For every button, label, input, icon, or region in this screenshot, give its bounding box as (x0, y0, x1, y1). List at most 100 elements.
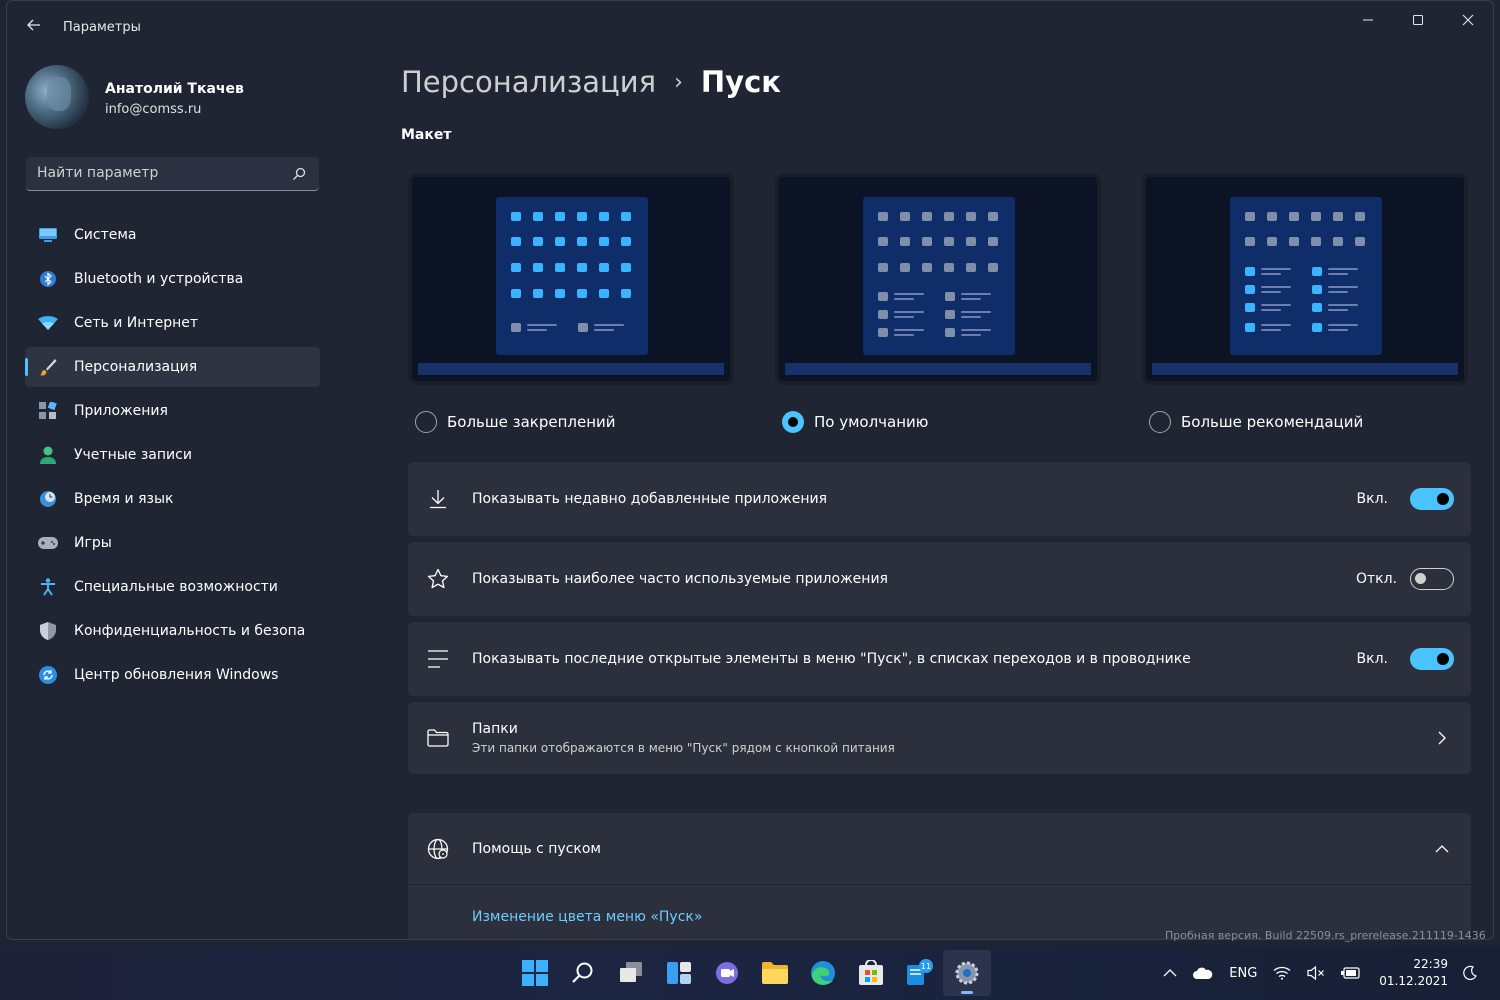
battery-icon[interactable] (1341, 966, 1361, 980)
setting-recent-items[interactable]: Показывать последние открытые элементы в… (408, 622, 1471, 696)
preview-line (1328, 304, 1358, 306)
chevron-up-icon[interactable] (1163, 968, 1177, 978)
preview-tile (966, 212, 976, 221)
sidebar-item-network[interactable]: Сеть и Интернет (25, 303, 320, 343)
radio-button[interactable] (1149, 411, 1171, 433)
sidebar-item-time-language[interactable]: Время и язык (25, 479, 320, 519)
settings-window: Параметры Анатолий Ткачев info@comss.ru (6, 0, 1494, 940)
layout-preview-default[interactable] (775, 173, 1101, 385)
profile-email: info@comss.ru (105, 102, 202, 117)
gamepad-icon (38, 533, 58, 553)
file-explorer-icon[interactable] (751, 950, 799, 996)
search-box[interactable] (26, 157, 319, 191)
radio-more-recommendations[interactable]: Больше рекомендаций (1149, 411, 1363, 433)
maximize-button[interactable] (1393, 1, 1443, 39)
preview-tile (1245, 267, 1255, 276)
windows-start-icon[interactable] (511, 950, 559, 996)
store-icon[interactable] (847, 950, 895, 996)
settings-icon[interactable] (943, 950, 991, 996)
preview-tile (599, 289, 609, 298)
sidebar-item-system[interactable]: Система (25, 215, 320, 255)
back-arrow-icon[interactable] (23, 17, 45, 39)
radio-button[interactable] (415, 411, 437, 433)
preview-line (1261, 309, 1281, 311)
radio-label: Больше рекомендаций (1181, 413, 1364, 431)
insider-icon[interactable]: 11 (895, 950, 943, 996)
page-title: Пуск (700, 65, 781, 99)
search-input[interactable] (37, 165, 277, 181)
sidebar-item-accessibility[interactable]: Специальные возможности (25, 567, 320, 607)
preview-tile (555, 289, 565, 298)
preview-tile (945, 328, 955, 337)
radio-button[interactable] (782, 411, 804, 433)
preview-tile (878, 310, 888, 319)
preview-tile (599, 237, 609, 246)
sidebar-item-bluetooth[interactable]: Bluetooth и устройства (25, 259, 320, 299)
preview-line (1328, 324, 1358, 326)
preview-tile (533, 289, 543, 298)
preview-line (1261, 291, 1281, 293)
taskbar-apps: 11 (511, 950, 991, 996)
radio-default[interactable]: По умолчанию (782, 411, 928, 433)
teams-chat-icon[interactable] (703, 950, 751, 996)
wifi-icon[interactable] (1273, 966, 1291, 980)
sidebar-item-windows-update[interactable]: Центр обновления Windows (25, 655, 320, 695)
edge-icon[interactable] (799, 950, 847, 996)
close-button[interactable] (1443, 1, 1493, 39)
preview-line (894, 311, 924, 313)
preview-tile (922, 263, 932, 272)
toggle-state-text: Вкл. (1356, 651, 1388, 667)
sidebar-item-apps[interactable]: Приложения (25, 391, 320, 431)
toggle-switch[interactable] (1410, 568, 1454, 590)
search-icon[interactable] (559, 950, 607, 996)
user-profile[interactable]: Анатолий Ткачев info@comss.ru (25, 65, 325, 131)
preview-line (1328, 329, 1348, 331)
setting-label: Папки (472, 721, 518, 737)
focus-assist-moon-icon[interactable] (1462, 965, 1478, 981)
preview-tile (878, 292, 888, 301)
preview-tile (944, 212, 954, 221)
layout-preview-more-recommendations[interactable] (1142, 173, 1468, 385)
preview-line (961, 311, 991, 313)
preview-line (1328, 273, 1348, 275)
folder-icon (426, 726, 450, 750)
change-start-color-link[interactable]: Изменение цвета меню «Пуск» (472, 909, 702, 925)
minimize-button[interactable] (1343, 1, 1393, 39)
sidebar-item-gaming[interactable]: Игры (25, 523, 320, 563)
preview-tile (1245, 323, 1255, 332)
setting-most-used[interactable]: Показывать наиболее часто используемые п… (408, 542, 1471, 616)
preview-tile (988, 212, 998, 221)
toggle-switch[interactable] (1410, 488, 1454, 510)
preview-line (1261, 329, 1281, 331)
setting-recently-added[interactable]: Показывать недавно добавленные приложени… (408, 462, 1471, 536)
sidebar-item-accounts[interactable]: Учетные записи (25, 435, 320, 475)
wifi-icon (38, 313, 58, 333)
volume-muted-icon[interactable] (1307, 966, 1325, 980)
minimize-icon (1363, 19, 1373, 21)
sidebar-item-personalization[interactable]: Персонализация (25, 347, 320, 387)
help-expander-header[interactable]: Помощь с пуском (408, 813, 1471, 885)
language-indicator[interactable]: ENG (1229, 966, 1257, 981)
layout-preview-more-pins[interactable] (408, 173, 734, 385)
onedrive-icon[interactable] (1193, 967, 1213, 979)
task-view-icon[interactable] (607, 950, 655, 996)
preview-tile (1312, 285, 1322, 294)
breadcrumb-parent[interactable]: Персонализация (401, 65, 656, 99)
preview-tile (511, 323, 521, 332)
widgets-icon[interactable] (655, 950, 703, 996)
toggle-switch[interactable] (1410, 648, 1454, 670)
clock[interactable]: 22:39 01.12.2021 (1379, 956, 1448, 990)
sidebar-item-privacy[interactable]: Конфиденциальность и безопасность (25, 611, 320, 651)
radio-more-pins[interactable]: Больше закреплений (415, 411, 616, 433)
preview-line (527, 329, 547, 331)
monitor-icon (38, 225, 58, 245)
preview-tile (1333, 237, 1343, 246)
setting-folders[interactable]: Папки Эти папки отображаются в меню "Пус… (408, 702, 1471, 774)
preview-tile (1333, 212, 1343, 221)
sidebar: Анатолий Ткачев info@comss.ru Система Bl… (7, 53, 337, 939)
download-icon (426, 487, 450, 511)
preview-tile (577, 263, 587, 272)
preview-tile (533, 212, 543, 221)
toggle-state-text: Вкл. (1356, 491, 1388, 507)
preview-tile (555, 237, 565, 246)
